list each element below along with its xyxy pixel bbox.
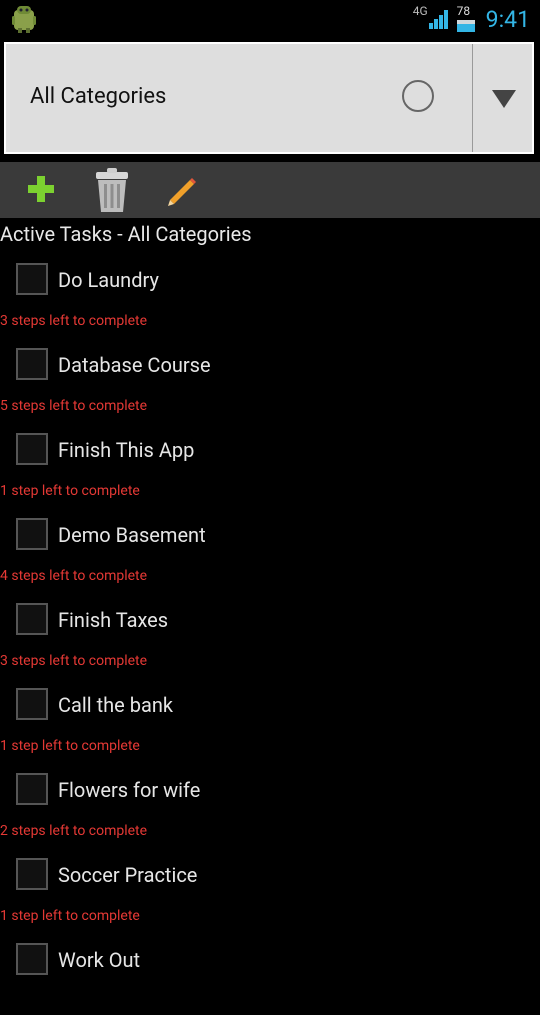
battery-indicator: 78 (456, 4, 478, 34)
task-checkbox[interactable] (16, 943, 48, 975)
task-name: Call the bank (58, 693, 173, 717)
task-name: Demo Basement (58, 523, 206, 547)
battery-level: 78 (456, 4, 471, 18)
pencil-icon (168, 178, 196, 206)
clock-time: 9:41 (485, 5, 530, 33)
list-item[interactable]: Database Course 5 steps left to complete (0, 335, 540, 420)
category-spinner[interactable]: All Categories (4, 42, 534, 154)
signal-icon (428, 10, 448, 29)
task-checkbox[interactable] (16, 603, 48, 635)
list-item[interactable]: Call the bank 1 step left to complete (0, 675, 540, 760)
list-item[interactable]: Finish Taxes 3 steps left to complete (0, 590, 540, 675)
action-toolbar (0, 162, 540, 218)
radio-circle-icon[interactable] (402, 80, 434, 112)
task-checkbox[interactable] (16, 348, 48, 380)
task-steps-remaining: 5 steps left to complete (0, 398, 148, 414)
task-checkbox[interactable] (16, 858, 48, 890)
task-steps-remaining: 3 steps left to complete (0, 313, 148, 329)
delete-task-button[interactable] (84, 162, 140, 218)
selected-category: All Categories (30, 84, 167, 109)
list-item[interactable]: Finish This App 1 step left to complete (0, 420, 540, 505)
dropdown-arrow-icon[interactable] (492, 90, 516, 108)
task-name: Finish Taxes (58, 608, 169, 632)
list-item[interactable]: Demo Basement 4 steps left to complete (0, 505, 540, 590)
task-name: Work Out (58, 948, 141, 972)
task-checkbox[interactable] (16, 263, 48, 295)
network-type: 4G (412, 4, 428, 18)
task-list: Do Laundry 3 steps left to complete Data… (0, 250, 540, 1015)
task-checkbox[interactable] (16, 688, 48, 720)
list-item[interactable]: Flowers for wife 2 steps left to complet… (0, 760, 540, 845)
task-steps-remaining: 1 step left to complete (0, 738, 140, 754)
task-steps-remaining: 4 steps left to complete (0, 568, 148, 584)
trash-icon (96, 168, 128, 212)
spinner-divider (472, 44, 473, 152)
battery-icon (456, 20, 475, 32)
task-steps-remaining: 1 step left to complete (0, 908, 140, 924)
task-name: Flowers for wife (58, 778, 201, 802)
list-item[interactable]: Do Laundry 3 steps left to complete (0, 250, 540, 335)
task-steps-remaining: 2 steps left to complete (0, 823, 148, 839)
task-name: Do Laundry (58, 268, 159, 292)
list-item[interactable]: Soccer Practice 1 step left to complete (0, 845, 540, 930)
task-steps-remaining: 1 step left to complete (0, 483, 140, 499)
edit-task-button[interactable] (154, 162, 210, 218)
status-bar: 4G 78 9:41 (0, 0, 540, 38)
task-name: Finish This App (58, 438, 195, 462)
task-checkbox[interactable] (16, 433, 48, 465)
add-icon (28, 176, 54, 202)
android-icon (12, 6, 36, 33)
task-name: Soccer Practice (58, 863, 198, 887)
task-checkbox[interactable] (16, 773, 48, 805)
add-task-button[interactable] (14, 162, 70, 218)
section-title: Active Tasks - All Categories (0, 222, 252, 246)
task-steps-remaining: 3 steps left to complete (0, 653, 148, 669)
list-item[interactable]: Work Out (0, 930, 540, 1015)
task-name: Database Course (58, 353, 211, 377)
task-checkbox[interactable] (16, 518, 48, 550)
